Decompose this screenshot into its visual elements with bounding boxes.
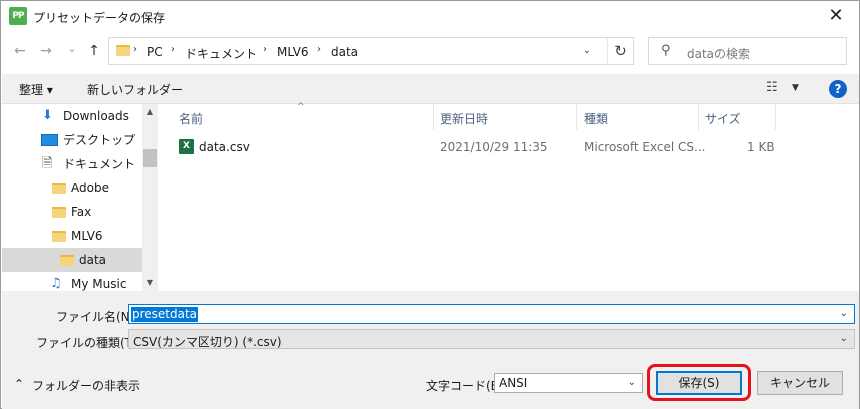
sidebar-item-label: data (79, 253, 107, 267)
recent-locations-button[interactable]: ⌄ (61, 37, 83, 61)
filetype-label: ファイルの種類(T): (36, 336, 141, 350)
column-header-type[interactable]: 種類 (584, 110, 608, 127)
scroll-thumb[interactable] (143, 149, 157, 167)
breadcrumb-mlv6[interactable]: MLV6 (277, 45, 309, 59)
scroll-down-arrow[interactable]: ▼ (142, 278, 158, 287)
sidebar-item-documents[interactable]: 🗎 ドキュメント (2, 152, 142, 176)
title-bar: PP プリセットデータの保存 ✕ (1, 1, 859, 31)
chevron-down-icon[interactable]: ⌄ (628, 377, 636, 388)
file-row[interactable]: X data.csv 2021/10/29 11:35 Microsoft Ex… (161, 132, 859, 160)
app-icon: PP (9, 7, 27, 25)
forward-button[interactable]: → (35, 39, 57, 63)
view-options-icon[interactable]: ☷ (766, 80, 778, 95)
organize-button[interactable]: 整理 ▾ (19, 81, 53, 98)
encoding-select[interactable]: ANSI ⌄ (494, 373, 643, 393)
column-header-size[interactable]: サイズ (705, 110, 741, 127)
column-header-name[interactable]: 名前 (179, 110, 203, 127)
column-header-modified[interactable]: 更新日時 (440, 110, 488, 127)
cancel-button[interactable]: キャンセル (757, 371, 843, 395)
sidebar-scrollbar[interactable]: ▲ ▼ (142, 104, 158, 291)
sidebar-item-label: ドキュメント (63, 157, 136, 171)
folder-icon (52, 231, 66, 242)
desktop-icon (41, 134, 58, 146)
sort-ascending-icon: ^ (297, 102, 305, 112)
filename-value: presetdata (131, 307, 199, 322)
excel-csv-icon: X (179, 139, 194, 154)
back-button[interactable]: ← (9, 39, 31, 63)
save-button[interactable]: 保存(S) (656, 371, 742, 395)
folder-icon (60, 255, 74, 266)
search-icon: ⚲ (661, 43, 671, 58)
breadcrumb-pc[interactable]: PC (147, 45, 163, 59)
sidebar-item-my-music[interactable]: ♫ My Music (2, 272, 142, 291)
music-icon: ♫ (50, 276, 62, 291)
filename-label: ファイル名(N): (56, 310, 139, 324)
sidebar-item-label: Fax (71, 205, 92, 219)
filetype-select[interactable]: CSV(カンマ区切り) (*.csv) ⌄ (128, 329, 855, 349)
chevron-up-icon: ⌃ (14, 377, 25, 391)
sidebar-item-desktop[interactable]: デスクトップ (2, 128, 142, 152)
hide-folders-label: フォルダーの非表示 (32, 379, 141, 393)
sidebar-item-data[interactable]: data (2, 248, 142, 272)
navigation-pane: ⬇ Downloads デスクトップ 🗎 ドキュメント Adobe Fax ML… (2, 104, 158, 291)
column-divider[interactable] (576, 104, 577, 130)
file-type: Microsoft Excel CS... (584, 140, 706, 154)
search-placeholder: dataの検索 (687, 47, 751, 61)
file-size: 1 KB (747, 140, 775, 154)
chevron-down-icon[interactable]: ⌄ (840, 333, 848, 344)
scroll-up-arrow[interactable]: ▲ (142, 107, 158, 116)
document-icon: 🗎 (42, 156, 53, 171)
breadcrumb-separator: › (171, 44, 175, 55)
sidebar-item-fax[interactable]: Fax (2, 200, 142, 224)
sidebar-item-label: Downloads (63, 109, 129, 123)
address-dropdown-button[interactable]: ⌄ (577, 42, 597, 60)
column-divider[interactable] (433, 104, 434, 130)
column-divider[interactable] (698, 104, 699, 130)
sidebar-item-adobe[interactable]: Adobe (2, 176, 142, 200)
up-button[interactable]: ↑ (83, 39, 105, 63)
sidebar-item-downloads[interactable]: ⬇ Downloads (2, 104, 142, 128)
sidebar-item-label: デスクトップ (63, 133, 136, 147)
encoding-value: ANSI (499, 376, 528, 390)
filetype-value: CSV(カンマ区切り) (*.csv) (133, 335, 282, 349)
close-button[interactable]: ✕ (813, 1, 859, 31)
breadcrumb-data[interactable]: data (331, 45, 358, 59)
chevron-down-icon[interactable]: ⌄ (840, 308, 848, 319)
folder-icon (52, 207, 66, 218)
sidebar-item-mlv6[interactable]: MLV6 (2, 224, 142, 248)
breadcrumb-documents[interactable]: ドキュメント (185, 45, 257, 62)
search-box[interactable]: ⚲ dataの検索 (648, 37, 847, 65)
save-form: ファイル名(N): presetdata ⌄ ファイルの種類(T): CSV(カ… (2, 291, 859, 409)
sidebar-item-label: Adobe (71, 181, 109, 195)
file-modified: 2021/10/29 11:35 (440, 140, 548, 154)
save-dialog: PP プリセットデータの保存 ✕ ← → ⌄ ↑ › PC › ドキュメント ›… (0, 0, 860, 409)
sidebar-item-label: MLV6 (71, 229, 103, 243)
file-name: data.csv (199, 140, 250, 154)
window-title: プリセットデータの保存 (33, 11, 166, 25)
column-divider[interactable] (775, 104, 776, 130)
toolbar: 整理 ▾ 新しいフォルダー ☷ ▼ ? (2, 74, 859, 104)
help-button[interactable]: ? (829, 80, 847, 98)
breadcrumb-separator: › (317, 44, 321, 55)
folder-icon (52, 183, 66, 194)
folder-icon (116, 45, 130, 56)
sidebar-item-label: My Music (71, 277, 127, 291)
filename-input[interactable]: presetdata ⌄ (128, 304, 855, 324)
download-icon: ⬇ (42, 108, 53, 123)
view-options-dropdown[interactable]: ▼ (792, 83, 799, 93)
breadcrumb-separator: › (263, 44, 267, 55)
encoding-label: 文字コード(E) (426, 379, 503, 393)
breadcrumb-separator: › (133, 44, 137, 55)
new-folder-button[interactable]: 新しいフォルダー (87, 81, 183, 98)
address-bar[interactable]: › PC › ドキュメント › MLV6 › data ⌄ ↻ (108, 37, 634, 65)
file-list: ^ 名前 更新日時 種類 サイズ X data.csv 2021/10/29 1… (161, 102, 859, 291)
refresh-button[interactable]: ↻ (607, 38, 633, 64)
